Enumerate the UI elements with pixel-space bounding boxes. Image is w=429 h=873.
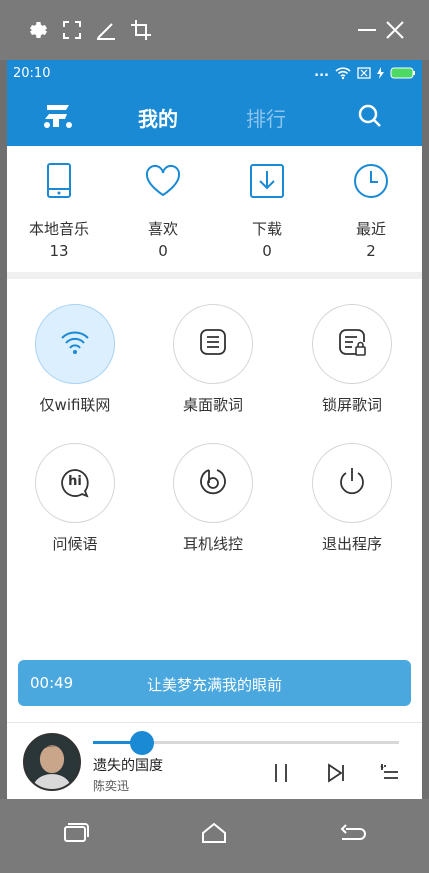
fullscreen-icon[interactable] (60, 18, 84, 42)
stat-count: 0 (262, 242, 272, 260)
draw-icon[interactable] (94, 18, 118, 42)
lock-lyrics-icon (335, 325, 369, 363)
sim-status-icon (357, 66, 371, 79)
wifi-only-button[interactable]: 仅wifi联网 (15, 304, 135, 416)
search-icon[interactable] (357, 103, 383, 129)
stat-downloads[interactable]: 下载 0 (215, 146, 319, 274)
power-icon (335, 464, 369, 502)
tab-mine[interactable]: 我的 (138, 103, 178, 132)
greeting-bubble-icon: hi (58, 466, 92, 500)
heart-icon (144, 162, 182, 200)
lyrics-icon (196, 325, 230, 363)
pause-icon[interactable] (269, 761, 293, 785)
song-artist: 陈奕迅 (93, 779, 130, 793)
desktop-lyrics-label: 桌面歌词 (182, 396, 243, 414)
emulator-toolbar (0, 0, 429, 60)
player-bar: 遗失的国度 陈奕迅 (7, 722, 422, 799)
back-icon[interactable] (337, 819, 369, 847)
exit-button[interactable]: 退出程序 (292, 443, 412, 555)
status-dots: ... (314, 65, 329, 80)
status-icons: ... (314, 65, 416, 80)
lockscreen-lyrics-button[interactable]: 锁屏歌词 (292, 304, 412, 416)
exit-label: 退出程序 (321, 535, 382, 553)
headset-icon (196, 464, 230, 502)
wifi-icon (58, 325, 92, 363)
tablet-icon (40, 162, 78, 200)
stat-count: 13 (49, 242, 69, 260)
lockscreen-lyrics-label: 锁屏歌词 (321, 396, 382, 414)
status-time: 20:10 (13, 66, 51, 81)
stat-count: 2 (366, 242, 376, 260)
recent-apps-icon[interactable] (59, 819, 91, 847)
headset-control-label: 耳机线控 (182, 535, 243, 553)
minimize-icon[interactable] (355, 18, 379, 42)
lyric-text: 让美梦充满我的眼前 (146, 676, 282, 694)
download-icon (248, 162, 286, 200)
lockscreen-lyrics-circle[interactable] (312, 304, 392, 384)
headset-control-button[interactable]: 耳机线控 (153, 443, 273, 555)
phone-screen: 20:10 ... 我的 排行 本地音乐 13 喜欢 0 下载 0 最近 2 仅… (7, 60, 422, 799)
app-bar: 我的 排行 (7, 87, 422, 146)
section-divider (7, 272, 422, 279)
crop-icon[interactable] (129, 18, 153, 42)
stat-label: 本地音乐 (28, 220, 89, 238)
clock-icon (352, 162, 390, 200)
greeting-button[interactable]: hi 问候语 (15, 443, 135, 555)
settings-icon[interactable] (25, 18, 49, 42)
album-art[interactable] (23, 733, 81, 791)
greeting-label: 问候语 (52, 535, 98, 553)
exit-circle[interactable] (312, 443, 392, 523)
lyric-bar[interactable]: 00:49 让美梦充满我的眼前 (18, 660, 411, 706)
app-logo-icon (41, 101, 77, 131)
stat-local-music[interactable]: 本地音乐 13 (7, 146, 111, 274)
navigation-bar (0, 799, 429, 873)
stats-row: 本地音乐 13 喜欢 0 下载 0 最近 2 (7, 146, 422, 274)
greeting-circle[interactable]: hi (35, 443, 115, 523)
headset-control-circle[interactable] (173, 443, 253, 523)
stat-favorites[interactable]: 喜欢 0 (111, 146, 215, 274)
stat-label: 喜欢 (147, 220, 178, 238)
desktop-lyrics-button[interactable]: 桌面歌词 (153, 304, 273, 416)
stat-label: 下载 (251, 220, 282, 238)
next-track-icon[interactable] (324, 761, 348, 785)
greeting-icon-text: hi (68, 474, 82, 489)
stat-label: 最近 (355, 220, 386, 238)
song-title: 遗失的国度 (93, 758, 163, 774)
charging-icon (377, 66, 384, 79)
battery-icon (390, 67, 416, 79)
tab-rank[interactable]: 排行 (246, 103, 286, 132)
stat-count: 0 (158, 242, 168, 260)
stat-recent[interactable]: 最近 2 (319, 146, 422, 274)
wifi-only-label: 仅wifi联网 (39, 396, 111, 414)
home-icon[interactable] (198, 819, 230, 847)
status-bar: 20:10 ... (7, 60, 422, 87)
playlist-icon[interactable] (378, 761, 402, 785)
desktop-lyrics-circle[interactable] (173, 304, 253, 384)
progress-thumb[interactable] (129, 731, 154, 755)
wifi-only-circle[interactable] (35, 304, 115, 384)
wifi-status-icon (335, 66, 351, 80)
close-icon[interactable] (383, 18, 407, 42)
